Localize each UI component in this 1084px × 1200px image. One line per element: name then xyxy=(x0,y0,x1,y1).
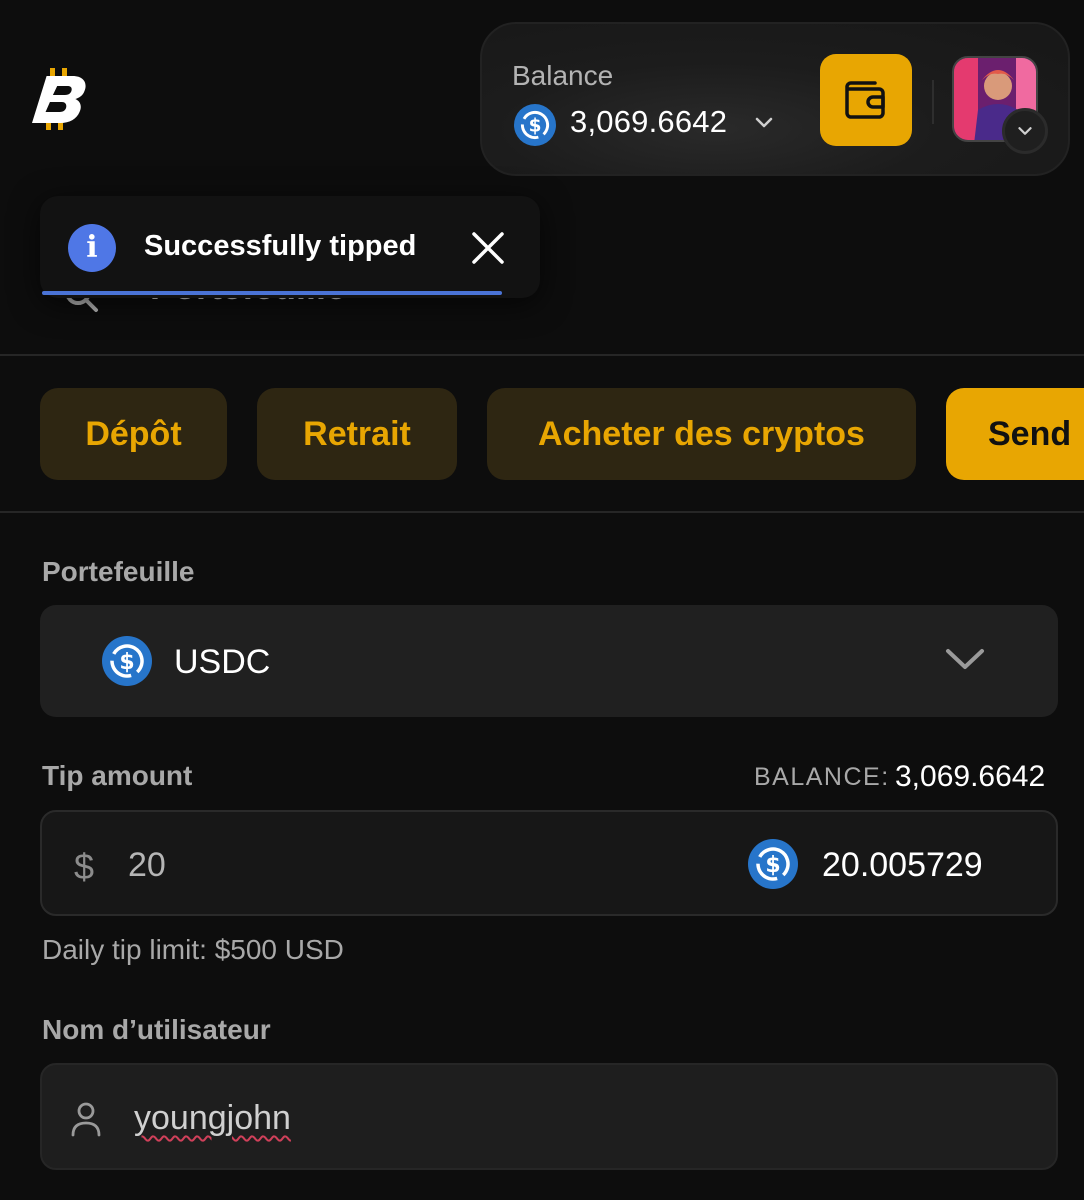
bitcoin-logo-icon[interactable] xyxy=(30,66,86,132)
svg-text:$: $ xyxy=(119,650,134,675)
deposit-button[interactable]: Dépôt xyxy=(40,388,227,480)
wallet-select-value: USDC xyxy=(174,643,271,681)
wallet-button[interactable] xyxy=(820,54,912,146)
divider xyxy=(932,80,934,124)
dollar-sign: $ xyxy=(74,846,95,887)
buy-crypto-button[interactable]: Acheter des cryptos xyxy=(487,388,916,480)
crypto-amount-input[interactable]: 20.005729 xyxy=(822,846,983,885)
balance-caption: BALANCE: xyxy=(754,763,890,791)
send-button[interactable]: Send xyxy=(946,388,1084,480)
username-label: Nom d’utilisateur xyxy=(42,1014,271,1045)
tip-page: Balance $ 3,069.6642 i Successfully tipp… xyxy=(0,0,1084,1200)
usdc-icon: $ xyxy=(102,636,152,686)
usd-amount-input[interactable]: 20 xyxy=(128,846,166,885)
tip-amount-field: $ 20 $ 20.005729 xyxy=(40,810,1058,916)
user-icon xyxy=(71,1102,101,1137)
svg-text:$: $ xyxy=(765,853,780,878)
wallet-label: Portefeuille xyxy=(42,556,195,587)
chevron-down-icon[interactable] xyxy=(752,110,776,134)
wallet-icon xyxy=(845,81,885,119)
daily-limit-text: Daily tip limit: $500 USD xyxy=(42,934,344,965)
withdraw-button[interactable]: Retrait xyxy=(257,388,457,480)
toast-progress-bar xyxy=(42,291,502,295)
info-icon: i xyxy=(68,224,116,272)
close-icon[interactable] xyxy=(470,230,506,266)
svg-text:$: $ xyxy=(529,116,542,137)
usdc-icon: $ xyxy=(514,104,556,146)
tip-amount-label: Tip amount xyxy=(42,760,193,791)
divider xyxy=(0,511,1084,513)
avatar-menu-button[interactable] xyxy=(1002,108,1048,154)
chevron-down-icon xyxy=(1018,127,1032,135)
balance-value: 3,069.6642 xyxy=(895,760,1046,793)
chevron-down-icon xyxy=(946,649,984,669)
divider xyxy=(0,354,1084,356)
toast-notification: i Successfully tipped xyxy=(40,196,540,298)
toast-message: Successfully tipped xyxy=(144,230,417,262)
balance-card: Balance $ 3,069.6642 xyxy=(480,22,1070,176)
balance-amount[interactable]: 3,069.6642 xyxy=(570,104,727,140)
usdc-icon: $ xyxy=(748,839,798,889)
username-input[interactable]: youngjohn xyxy=(134,1099,291,1138)
balance-label: Balance xyxy=(512,60,614,91)
username-field[interactable]: youngjohn xyxy=(40,1063,1058,1170)
wallet-select[interactable]: $ USDC xyxy=(40,605,1058,717)
